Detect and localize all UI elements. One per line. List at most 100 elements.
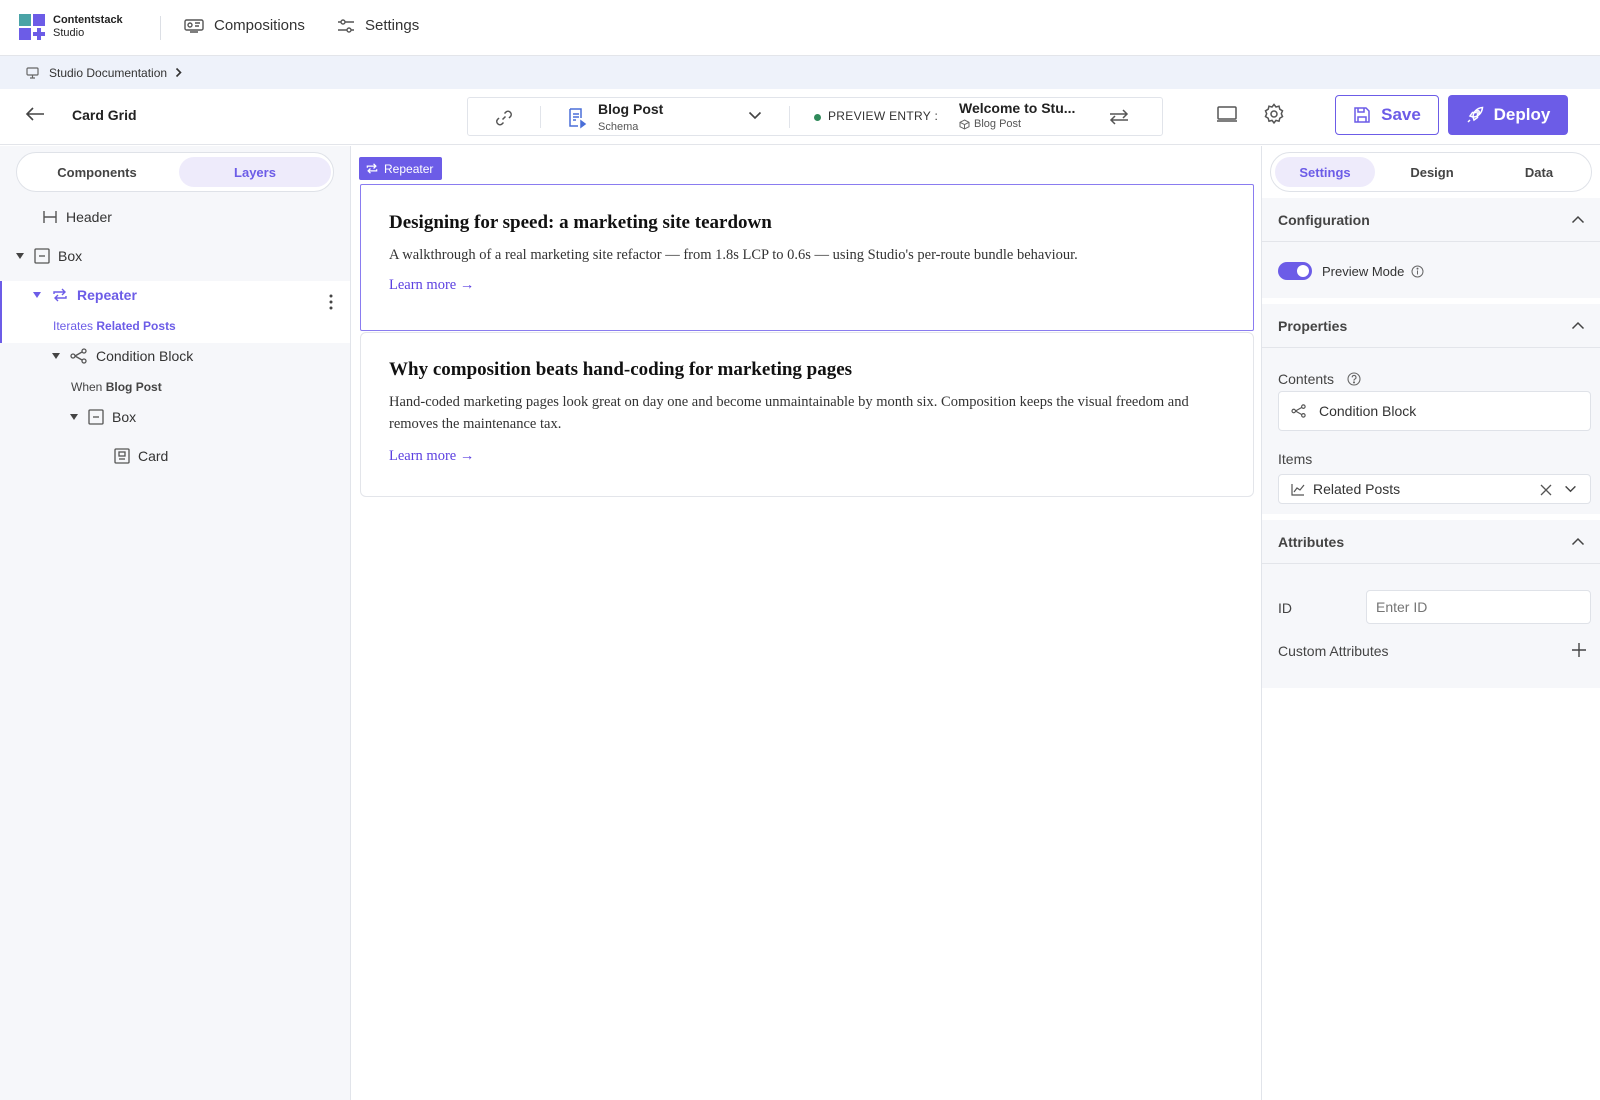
repeat-icon bbox=[53, 288, 67, 302]
schema-title[interactable]: Blog Post bbox=[598, 101, 663, 117]
tab-design[interactable]: Design bbox=[1382, 157, 1482, 187]
properties-header[interactable]: Properties bbox=[1262, 304, 1600, 348]
contents-field[interactable]: Condition Block bbox=[1278, 391, 1591, 431]
help-icon[interactable] bbox=[1347, 372, 1361, 386]
layer-label: Box bbox=[112, 409, 137, 425]
card-body: Hand-coded marketing pages look great on… bbox=[389, 394, 1189, 432]
save-button-label: Save bbox=[1381, 105, 1421, 124]
status-dot bbox=[814, 114, 821, 121]
configuration-section: Configuration bbox=[1262, 198, 1600, 298]
save-button[interactable]: Save bbox=[1335, 95, 1439, 135]
contentstack-logo-icon bbox=[19, 14, 45, 40]
repeater-subtitle: Iterates Related Posts bbox=[53, 319, 176, 333]
nav-compositions[interactable]: Compositions bbox=[184, 17, 305, 34]
configuration-header[interactable]: Configuration bbox=[1262, 198, 1600, 242]
logo[interactable]: Contentstack Studio bbox=[19, 14, 123, 40]
condition-subtitle: When Blog Post bbox=[71, 380, 162, 394]
top-nav: Contentstack Studio Compositions Setting… bbox=[0, 0, 1600, 56]
layer-label: Card bbox=[138, 448, 169, 464]
blog-card[interactable]: Why composition beats hand-coding for ma… bbox=[360, 332, 1254, 497]
project-icon bbox=[26, 66, 39, 79]
page-title: Card Grid bbox=[72, 107, 137, 123]
tab-data[interactable]: Data bbox=[1489, 157, 1589, 187]
layer-repeater[interactable]: Repeater bbox=[0, 287, 350, 303]
preview-mode-toggle[interactable] bbox=[1278, 262, 1312, 280]
contents-value: Condition Block bbox=[1319, 403, 1417, 419]
nav-divider bbox=[160, 16, 161, 40]
left-panel: Components Layers Header Box Repeater It… bbox=[0, 146, 351, 1100]
card-title: Why composition beats hand-coding for ma… bbox=[389, 359, 853, 380]
deploy-button[interactable]: Deploy bbox=[1448, 95, 1568, 135]
box-icon bbox=[34, 248, 50, 264]
preview-entry-type: Blog Post bbox=[959, 118, 1021, 130]
branch-icon bbox=[1291, 404, 1306, 418]
deploy-button-label: Deploy bbox=[1493, 105, 1551, 124]
branch-icon bbox=[70, 348, 87, 364]
chevron-down-icon[interactable] bbox=[1564, 485, 1577, 493]
swap-icon[interactable] bbox=[1108, 107, 1130, 127]
caret-down-icon[interactable] bbox=[16, 253, 24, 259]
breadcrumb-project[interactable]: Studio Documentation bbox=[49, 66, 167, 80]
breadcrumb: Studio Documentation bbox=[0, 56, 1600, 89]
caret-down-icon[interactable] bbox=[52, 353, 60, 359]
desktop-preview-icon[interactable] bbox=[1216, 105, 1238, 123]
contents-label: Contents bbox=[1278, 371, 1335, 387]
layer-header[interactable]: Header bbox=[0, 209, 350, 225]
repeater-sub-value: Related Posts bbox=[96, 319, 176, 333]
info-icon[interactable] bbox=[1411, 265, 1424, 278]
tab-layers[interactable]: Layers bbox=[179, 157, 331, 187]
layer-box-nested[interactable]: Box bbox=[0, 409, 350, 425]
nav-settings[interactable]: Settings bbox=[337, 17, 419, 34]
cube-icon bbox=[959, 118, 970, 130]
floppy-disk-icon bbox=[1354, 107, 1370, 123]
link-icon[interactable] bbox=[494, 108, 514, 128]
layer-label: Repeater bbox=[77, 287, 137, 303]
preview-entry-type-label: Blog Post bbox=[974, 118, 1022, 130]
chevron-down-icon[interactable] bbox=[748, 111, 762, 120]
items-value: Related Posts bbox=[1313, 481, 1401, 497]
id-label: ID bbox=[1278, 600, 1292, 616]
schema-preview-bar: Blog Post Schema PREVIEW ENTRY : Welcome… bbox=[467, 97, 1163, 136]
nav-settings-label: Settings bbox=[365, 17, 420, 34]
chevron-right-icon bbox=[176, 67, 182, 78]
tab-components[interactable]: Components bbox=[21, 157, 173, 187]
plus-icon[interactable] bbox=[1571, 642, 1587, 658]
chevron-up-icon[interactable] bbox=[1571, 321, 1585, 330]
repeater-tag-label: Repeater bbox=[384, 161, 434, 176]
more-options-icon[interactable] bbox=[329, 294, 333, 310]
repeater-sub-prefix: Iterates bbox=[53, 319, 94, 333]
section-title: Attributes bbox=[1278, 533, 1345, 550]
card-learn-more-link[interactable]: Learn more → bbox=[389, 448, 1225, 465]
schema-subtitle: Schema bbox=[598, 121, 639, 133]
caret-down-icon[interactable] bbox=[33, 292, 41, 298]
attributes-header[interactable]: Attributes bbox=[1262, 520, 1600, 564]
right-panel: Settings Design Data Configuration Previ… bbox=[1261, 146, 1600, 1100]
clear-icon[interactable] bbox=[1540, 484, 1552, 496]
layer-label: Condition Block bbox=[96, 348, 194, 364]
layer-card[interactable]: Card bbox=[0, 448, 350, 464]
layer-condition-block[interactable]: Condition Block bbox=[0, 348, 350, 364]
gear-icon[interactable] bbox=[1263, 103, 1285, 125]
rocket-icon bbox=[1467, 106, 1483, 123]
items-select[interactable]: Related Posts bbox=[1278, 474, 1591, 504]
caret-down-icon[interactable] bbox=[70, 414, 78, 420]
divider bbox=[789, 106, 790, 128]
blog-card[interactable]: Designing for speed: a marketing site te… bbox=[360, 184, 1254, 331]
id-input[interactable] bbox=[1366, 590, 1591, 624]
back-arrow-icon[interactable] bbox=[25, 106, 45, 122]
tab-settings[interactable]: Settings bbox=[1275, 157, 1375, 187]
card-body: A walkthrough of a real marketing site r… bbox=[389, 247, 1078, 263]
repeater-tag[interactable]: Repeater bbox=[359, 157, 443, 180]
section-title: Properties bbox=[1278, 317, 1348, 334]
chevron-up-icon[interactable] bbox=[1571, 215, 1585, 224]
brand-name: Contentstack bbox=[53, 14, 123, 26]
right-panel-tabs: Settings Design Data bbox=[1270, 152, 1592, 192]
brand-product: Studio bbox=[53, 27, 85, 39]
card-learn-more-link[interactable]: Learn more → bbox=[389, 277, 1225, 294]
preview-entry-title[interactable]: Welcome to Stu... bbox=[959, 100, 1075, 116]
condition-sub-value: Blog Post bbox=[105, 380, 162, 394]
chevron-up-icon[interactable] bbox=[1571, 537, 1585, 546]
editor-toolbar: Card Grid Blog Post Schema PREVIEW ENTRY… bbox=[0, 89, 1600, 145]
box-icon bbox=[88, 409, 104, 425]
layer-box[interactable]: Box bbox=[0, 248, 350, 264]
